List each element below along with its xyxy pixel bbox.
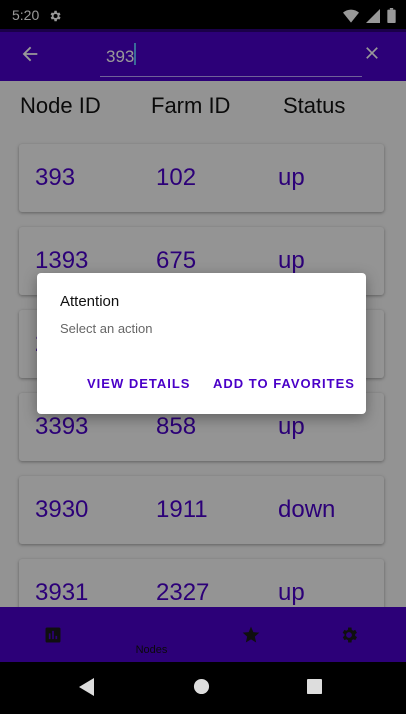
view-details-button[interactable]: VIEW DETAILS [87,376,190,391]
system-navigation-bar [0,662,406,714]
system-back-icon[interactable] [79,678,95,696]
action-dialog: Attention Select an action VIEW DETAILS … [37,273,366,414]
status-bar-scrim [0,0,406,32]
dialog-title: Attention [60,293,120,310]
system-home-icon[interactable] [193,678,210,695]
add-to-favorites-button[interactable]: ADD TO FAVORITES [213,376,355,391]
dialog-message: Select an action [60,321,153,336]
system-recents-icon[interactable] [307,679,322,694]
